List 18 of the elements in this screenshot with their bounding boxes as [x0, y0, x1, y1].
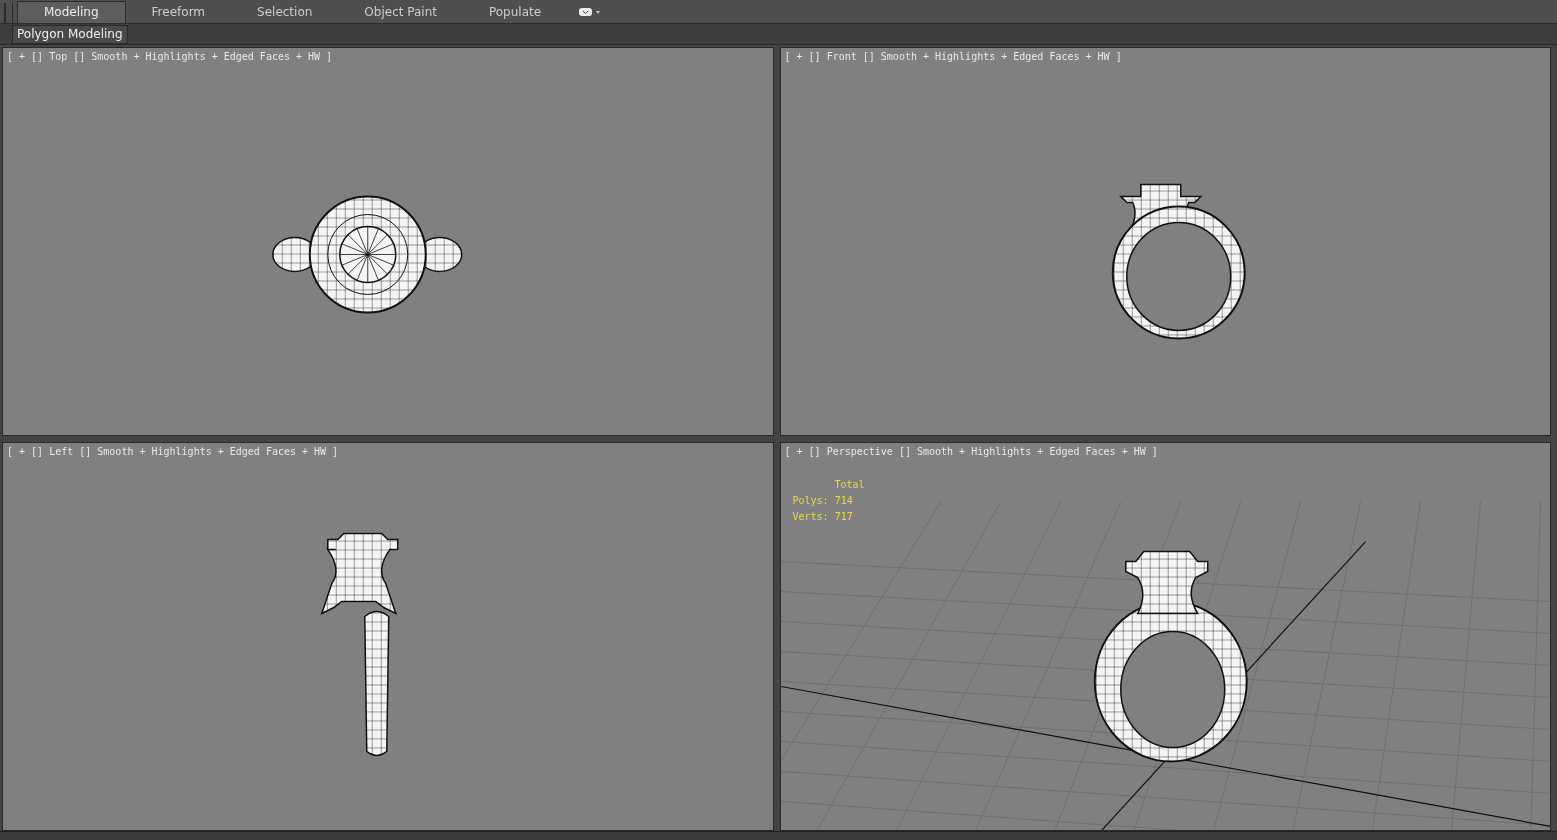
viewport-label[interactable]: [ + [] Perspective [] Smooth + Highlights + Edged Faces + HW ]	[784, 446, 1158, 457]
stats-title: Total	[833, 478, 865, 492]
ribbon-tab[interactable]: Selection	[231, 1, 339, 23]
viewport-label[interactable]: [ + [] Front [] Smooth + Highlights + Edged Faces + HW ]	[784, 51, 1122, 62]
viewport[interactable]: [ + [] Top [] Smooth + Highlights + Edged Faces + HW ]	[2, 47, 774, 436]
ribbon-options-icon[interactable]	[579, 7, 602, 17]
viewport[interactable]: [ + [] Front [] Smooth + Highlights + Edged Faces + HW ]	[779, 47, 1551, 436]
ribbon-tab[interactable]: Populate	[462, 1, 568, 23]
panel-tab[interactable]: Polygon Modeling	[12, 24, 128, 44]
viewport-label[interactable]: [ + [] Left [] Smooth + Highlights + Edged Faces + HW ]	[7, 446, 339, 457]
ribbon-tab[interactable]: Object Paint	[338, 1, 463, 23]
viewport-label[interactable]: [ + [] Top [] Smooth + Highlights + Edged Faces + HW ]	[7, 51, 333, 62]
viewport[interactable]: [ + [] Perspective [] Smooth + Highlights + Edged Faces + HW ] Total Polys: 714 Verts: 717	[779, 442, 1551, 831]
viewport[interactable]: [ + [] Left [] Smooth + Highlights + Edged Faces + HW ]	[2, 442, 774, 831]
stats-line: Verts: 717	[792, 510, 854, 524]
ribbon-tab[interactable]: Modeling	[17, 1, 126, 23]
stats-line: Polys: 714	[792, 494, 854, 508]
ribbon-tab[interactable]: Freeform	[125, 1, 232, 23]
